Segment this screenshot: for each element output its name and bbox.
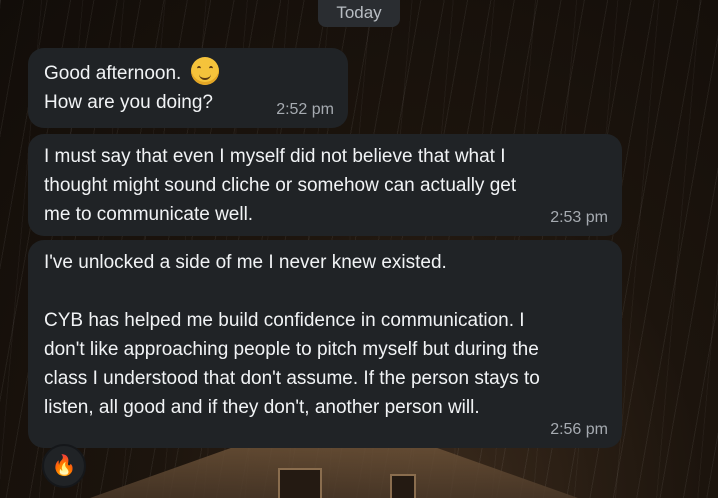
message-text: Good afternoon.: [44, 63, 182, 84]
fire-icon: 🔥: [51, 455, 77, 477]
message-bubble[interactable]: I must say that even I myself did not be…: [28, 134, 622, 236]
message-timestamp: 2:56 pm: [550, 421, 608, 438]
house-window: [278, 468, 322, 498]
message-timestamp: 2:52 pm: [276, 101, 334, 118]
house-window: [390, 474, 416, 498]
message-bubble[interactable]: Good afternoon. How are you doing? 2:52 …: [28, 48, 348, 128]
house-roof: [90, 446, 578, 498]
message-bubble[interactable]: I've unlocked a side of me I never knew …: [28, 240, 622, 448]
date-separator: Today: [318, 0, 400, 27]
message-text: I've unlocked a side of me I never knew …: [44, 252, 540, 418]
message-text: I must say that even I myself did not be…: [44, 146, 517, 225]
reaction-badge[interactable]: 🔥: [42, 444, 86, 488]
message-timestamp: 2:53 pm: [550, 209, 608, 226]
smiling-face-emoji-icon: [190, 57, 219, 85]
